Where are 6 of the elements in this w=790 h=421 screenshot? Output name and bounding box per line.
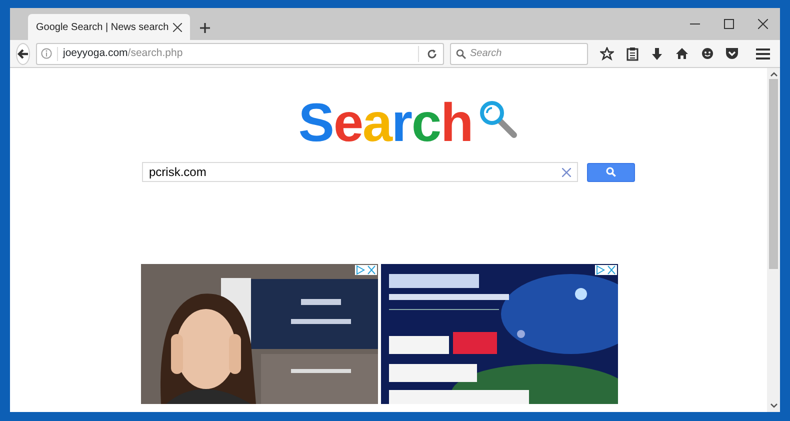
browser-search-box[interactable]: Search (450, 42, 588, 64)
address-bar[interactable]: joeyyoga.com/search.php (36, 42, 444, 64)
logo-text: Search (298, 96, 473, 150)
browser-search-field[interactable]: Search (470, 44, 580, 64)
url-text: joeyyoga.com/search.php (63, 46, 183, 61)
browser-tab[interactable]: Google Search | News search (28, 14, 190, 40)
